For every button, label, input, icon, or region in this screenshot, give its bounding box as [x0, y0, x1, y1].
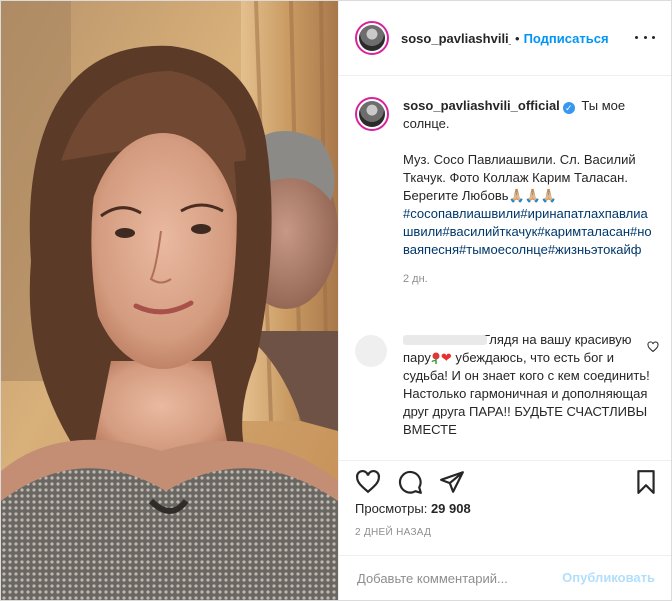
selfie-illustration: [1, 1, 338, 600]
post-side-panel: soso_pavliashvili_of • Подписаться soso_…: [338, 1, 671, 600]
share-icon[interactable]: [439, 469, 465, 495]
post-caption: soso_pavliashvili_official ✓ Ты мое солнц…: [355, 97, 655, 285]
caption-avatar[interactable]: [355, 97, 389, 131]
comment-text: Глядя на вашу красивую пару ❤ убеждаюсь, …: [403, 331, 655, 439]
heart-icon[interactable]: [355, 469, 381, 495]
views-label: Просмотры:: [355, 501, 428, 516]
caption-time: 2 дн.: [403, 273, 428, 285]
post-actions: Просмотры: 29 908 2 ДНЕЙ НАЗАД: [339, 460, 671, 561]
caption-body: Муз. Сосо Павлиашвили. Сл. Василий Ткачу…: [403, 152, 636, 203]
separator-dot: •: [515, 30, 520, 46]
follow-button[interactable]: Подписаться: [524, 31, 609, 46]
author-avatar[interactable]: [355, 21, 389, 55]
caption-text: soso_pavliashvili_official ✓ Ты мое солнц…: [403, 97, 655, 259]
posted-ago: 2 ДНЕЙ НАЗАД: [355, 527, 432, 538]
more-options-icon[interactable]: [635, 27, 655, 47]
add-comment-bar: Опубликовать: [339, 555, 671, 600]
post-photo[interactable]: [1, 1, 338, 600]
rose-emoji-icon: [431, 352, 440, 364]
views-count[interactable]: Просмотры: 29 908: [355, 501, 471, 516]
comment-icon[interactable]: [397, 469, 423, 495]
comment-input[interactable]: [355, 569, 559, 587]
action-icons: [355, 469, 465, 495]
views-number: 29 908: [430, 501, 471, 516]
commenter-username-blurred[interactable]: [403, 335, 487, 345]
commenter-avatar[interactable]: [355, 335, 387, 367]
author-username[interactable]: soso_pavliashvili_of: [401, 31, 511, 46]
comment-like-heart-icon[interactable]: [647, 341, 659, 353]
heart-emoji: ❤: [440, 350, 452, 365]
publish-button[interactable]: Опубликовать: [562, 570, 655, 585]
bookmark-icon[interactable]: [633, 469, 659, 495]
comment-item: Глядя на вашу красивую пару ❤ убеждаюсь, …: [355, 331, 659, 439]
verified-badge-icon: ✓: [562, 102, 575, 114]
instagram-post: soso_pavliashvili_of • Подписаться soso_…: [0, 0, 672, 601]
caption-username[interactable]: soso_pavliashvili_official: [403, 98, 560, 113]
post-header: soso_pavliashvili_of • Подписаться: [339, 1, 671, 76]
caption-hashtags[interactable]: #сосопавлиашвили#иринапатлахпавлиашвили#…: [403, 205, 655, 259]
